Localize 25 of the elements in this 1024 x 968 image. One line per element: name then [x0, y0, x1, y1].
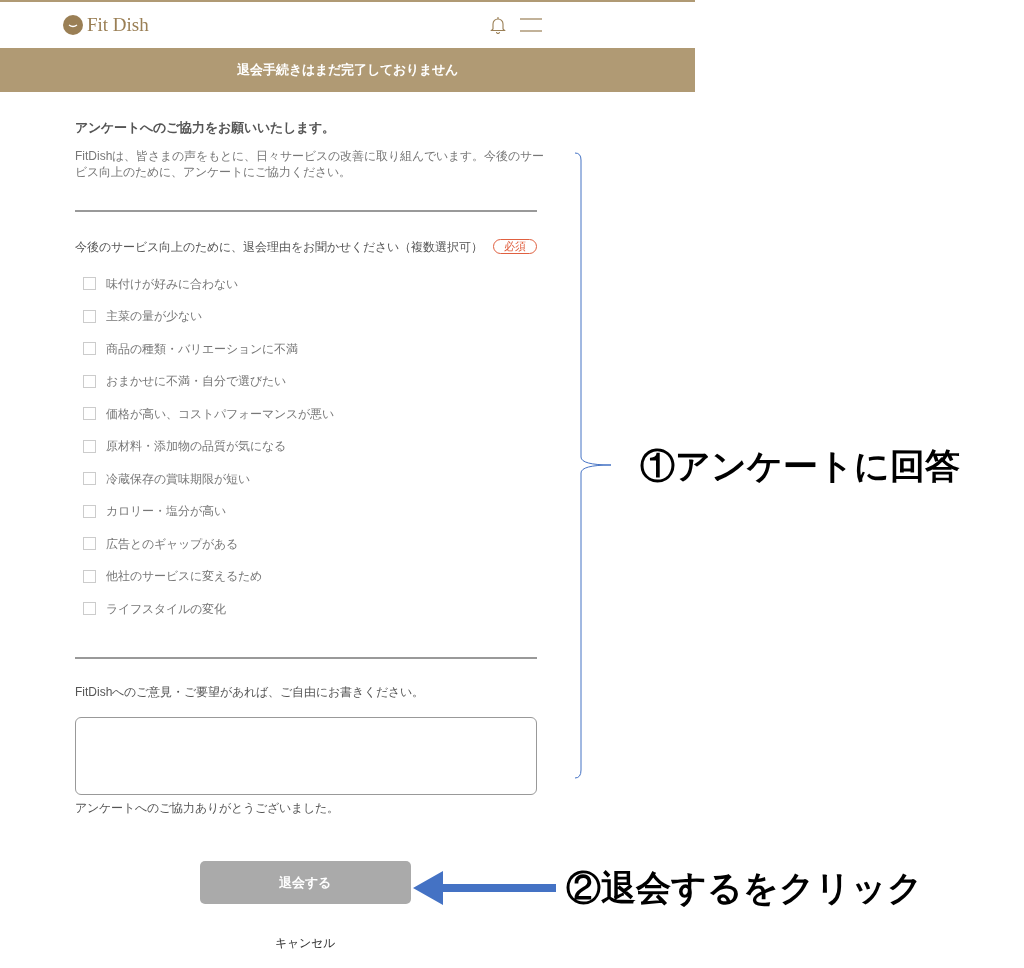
reason-checkbox[interactable]: ライフスタイルの変化: [83, 592, 612, 625]
survey-heading: アンケートへのご協力をお願いいたします。: [75, 119, 336, 137]
logo-icon: [63, 15, 83, 35]
notification-bell-icon[interactable]: [490, 16, 506, 34]
reason-checkbox[interactable]: 商品の種類・バリエーションに不満: [83, 332, 612, 365]
thanks-text: アンケートへのご協力ありがとうございました。: [75, 800, 340, 817]
question-text: 今後のサービス向上のために、退会理由をお聞かせください（複数選択可）: [75, 238, 483, 256]
reason-checkbox[interactable]: 他社のサービスに変えるため: [83, 560, 612, 593]
cancel-link[interactable]: キャンセル: [275, 934, 335, 952]
reason-checkbox[interactable]: 価格が高い、コストパフォーマンスが悪い: [83, 397, 612, 430]
survey-intro: FitDishは、皆さまの声をもとに、日々サービスの改善に取り組んでいます。今後のサービス向上のために、アンケートにご協力ください。: [75, 147, 545, 180]
reason-checkbox[interactable]: 主菜の量が少ない: [83, 300, 612, 333]
banner-text: 退会手続きはまだ完了しておりません: [237, 61, 458, 80]
comment-label: FitDishへのご意見・ご要望があれば、ご自由にお書きください。: [75, 684, 426, 701]
annotation-text: ①アンケートに回答: [640, 444, 960, 487]
logo-text: Fit Dish: [87, 12, 149, 37]
reason-checkbox[interactable]: 味付けが好みに合わない: [83, 267, 612, 300]
reason-checkbox[interactable]: カロリー・塩分が高い: [83, 495, 612, 528]
annotation-text: ②退会するをクリック: [566, 867, 923, 909]
reason-checkbox[interactable]: 広告とのギャップがある: [83, 527, 612, 560]
comment-field[interactable]: [75, 717, 537, 795]
menu-icon[interactable]: [520, 17, 542, 33]
reason-checkbox[interactable]: 冷蔵保存の賞味期限が短い: [83, 462, 612, 495]
reason-checkbox[interactable]: おまかせに不満・自分で選びたい: [83, 365, 612, 398]
reason-checkbox[interactable]: 原材料・添加物の品質が気になる: [83, 430, 612, 463]
